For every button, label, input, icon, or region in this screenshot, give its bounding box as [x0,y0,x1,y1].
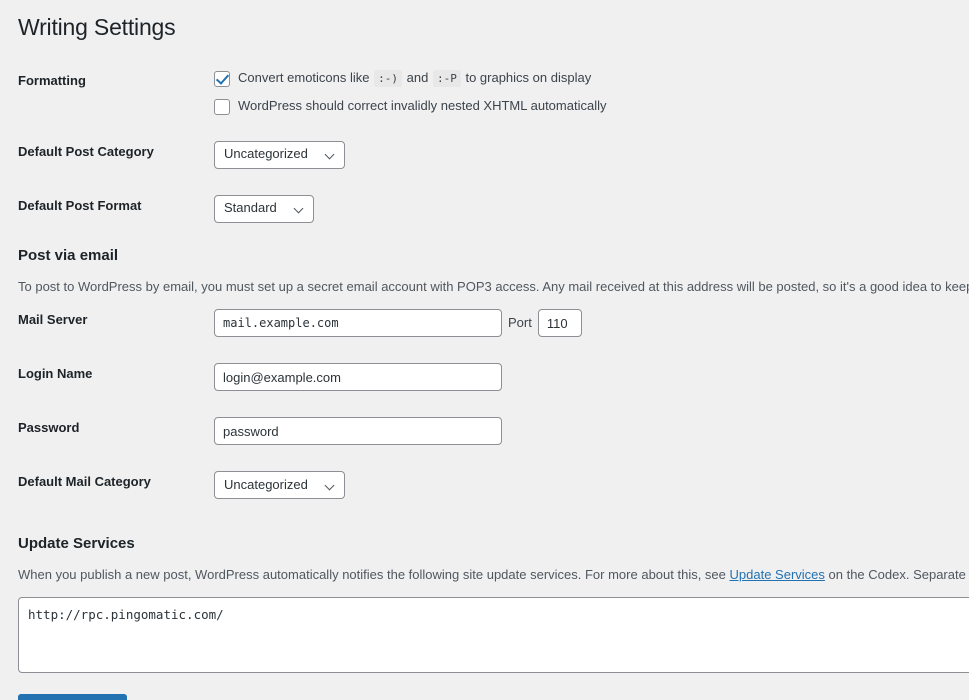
submit-area: Save Changes [18,673,969,700]
login-name-row: Login Name [18,350,969,404]
default-post-format-label: Default Post Format [18,182,214,236]
login-name-label: Login Name [18,350,214,404]
default-post-category-value: Uncategorized [224,146,308,163]
post-via-email-table: Mail Server Port Login Name Password De [18,296,969,512]
emoticon-code-tongue: :-P [433,70,461,87]
default-post-category-label: Default Post Category [18,128,214,182]
formatting-label: Formatting [18,57,214,128]
convert-emoticons-checkbox[interactable] [214,71,230,87]
update-services-link[interactable]: Update Services [730,567,825,582]
default-mail-category-label: Default Mail Category [18,458,214,512]
emoticon-code-smile: :-) [374,70,402,87]
default-post-format-row: Default Post Format Standard [18,182,969,236]
update-services-desc-before: When you publish a new post, WordPress a… [18,567,730,582]
correct-xhtml-label: WordPress should correct invalidly neste… [238,98,606,114]
port-input[interactable] [538,309,582,337]
login-name-cell [214,350,969,404]
password-row: Password [18,404,969,458]
password-label: Password [18,404,214,458]
login-name-input[interactable] [214,363,502,391]
chevron-down-icon [326,150,335,159]
default-mail-category-row: Default Mail Category Uncategorized [18,458,969,512]
default-post-category-row: Default Post Category Uncategorized [18,128,969,182]
password-input[interactable] [214,417,502,445]
formatting-settings-table: Formatting Convert emoticons like :-) an… [18,57,969,236]
post-via-email-description: To post to WordPress by email, you must … [18,266,969,297]
default-mail-category-value: Uncategorized [224,477,308,494]
chevron-down-icon [295,204,304,213]
writing-settings-page: Writing Settings Formatting Convert emot… [0,0,969,700]
convert-emoticons-label: Convert emoticons like :-) and :-P to gr… [238,70,591,87]
update-services-desc-after: on the Codex. Separate multiple service … [825,567,969,582]
formatting-row: Formatting Convert emoticons like :-) an… [18,57,969,128]
correct-xhtml-row[interactable]: WordPress should correct invalidly neste… [214,98,969,115]
default-post-format-value: Standard [224,200,277,217]
update-services-section: Update Services When you publish a new p… [18,512,969,673]
update-services-textarea[interactable] [18,597,969,673]
mail-server-cell: Port [214,296,969,350]
convert-emoticons-row[interactable]: Convert emoticons like :-) and :-P to gr… [214,70,969,87]
update-services-description: When you publish a new post, WordPress a… [18,554,969,585]
correct-xhtml-checkbox[interactable] [214,99,230,115]
update-services-heading: Update Services [18,524,969,554]
default-post-format-select[interactable]: Standard [214,195,314,223]
convert-emoticons-text-after: to graphics on display [465,70,591,85]
save-changes-button[interactable]: Save Changes [18,694,127,700]
convert-emoticons-text-before: Convert emoticons like [238,70,370,85]
default-post-category-cell: Uncategorized [214,128,969,182]
convert-emoticons-text-middle: and [407,70,429,85]
password-cell [214,404,969,458]
default-post-format-cell: Standard [214,182,969,236]
formatting-options: Convert emoticons like :-) and :-P to gr… [214,57,969,128]
mail-server-input[interactable] [214,309,502,337]
page-title: Writing Settings [18,0,969,57]
chevron-down-icon [326,481,335,490]
default-post-category-select[interactable]: Uncategorized [214,141,345,169]
mail-server-row: Mail Server Port [18,296,969,350]
post-via-email-heading: Post via email [18,236,969,266]
default-mail-category-select[interactable]: Uncategorized [214,471,345,499]
port-label: Port [508,315,532,332]
mail-server-inline-group: Port [214,309,969,337]
default-mail-category-cell: Uncategorized [214,458,969,512]
mail-server-label: Mail Server [18,296,214,350]
